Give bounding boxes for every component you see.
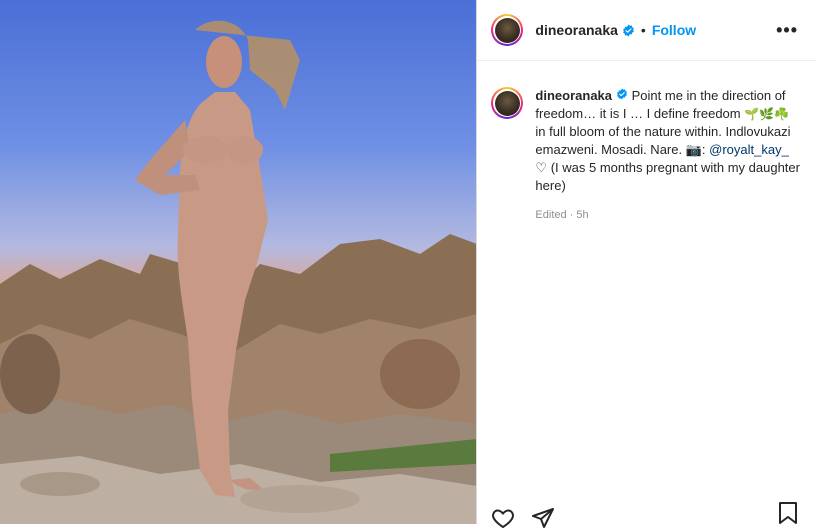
- follow-button[interactable]: Follow: [652, 22, 696, 38]
- plant-emojis: 🌱🌿☘️: [744, 107, 790, 121]
- avatar[interactable]: [491, 14, 524, 46]
- edited-timestamp: Edited · 5h: [535, 209, 589, 221]
- post-image[interactable]: [0, 0, 478, 524]
- paper-plane-icon[interactable]: [531, 506, 555, 530]
- post-header: dineoranaka • Follow •••: [477, 0, 816, 61]
- caption-avatar[interactable]: [491, 87, 524, 119]
- mention-link[interactable]: @royalt_kay_: [709, 142, 789, 157]
- post-side-panel: dineoranaka • Follow ••• dineoranaka Poi…: [477, 0, 816, 529]
- verified-badge-icon: [622, 24, 635, 37]
- more-options-icon[interactable]: •••: [772, 20, 802, 41]
- verified-badge-icon: [616, 88, 628, 100]
- username[interactable]: dineoranaka: [535, 22, 617, 38]
- caption-text: dineoranaka Point me in the direction of…: [535, 87, 802, 195]
- caption-part-3: ♡ (I was 5 months pregnant with my daugh…: [535, 160, 800, 193]
- instagram-post: dineoranaka • Follow ••• dineoranaka Poi…: [0, 0, 816, 529]
- action-bar: [491, 506, 555, 530]
- caption-block: dineoranaka Point me in the direction of…: [477, 61, 816, 195]
- person-silhouette: [135, 20, 300, 497]
- heart-icon[interactable]: [491, 506, 515, 530]
- bookmark-icon[interactable]: [778, 501, 798, 530]
- separator-dot: •: [640, 22, 646, 38]
- caption-username[interactable]: dineoranaka: [535, 88, 612, 103]
